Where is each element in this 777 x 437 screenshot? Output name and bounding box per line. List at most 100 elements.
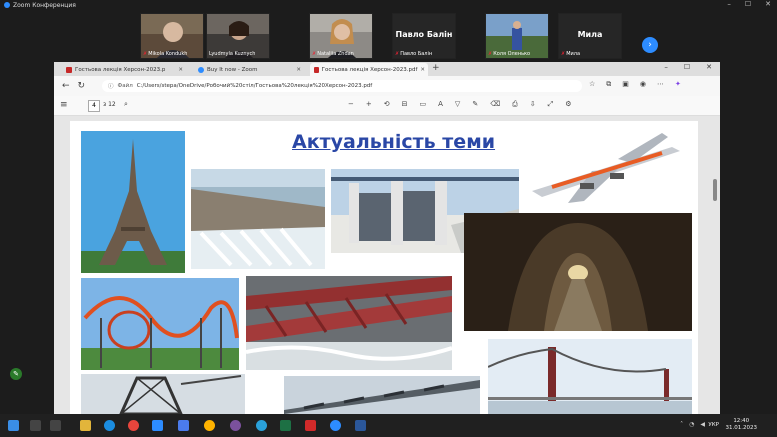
participant-name: ✗ Павло Балін	[395, 51, 433, 57]
new-tab-button[interactable]: +	[432, 63, 440, 73]
participant-tile[interactable]: Павло Балін ✗ Павло Балін	[392, 13, 456, 59]
close-icon[interactable]: ✕	[296, 67, 301, 73]
tab-label: Гостьова лекція Херсон-2023.p	[75, 66, 166, 73]
settings-icon[interactable]: ⚙	[565, 100, 571, 109]
zoom-app-icon	[4, 2, 10, 8]
rotate-icon[interactable]: ⟲	[384, 100, 390, 109]
file-icon: ⓘ	[108, 84, 114, 90]
minimize-button[interactable]: –	[664, 63, 668, 71]
close-icon[interactable]: ✕	[420, 67, 425, 73]
chrome-alt-icon[interactable]	[204, 420, 215, 431]
tab-pdf-1[interactable]: Гостьова лекція Херсон-2023.p ✕	[62, 63, 186, 76]
address-toolbar: ← ↻ ⓘ Файл C:/Users/stepa/OneDrive/Робоч…	[54, 76, 720, 96]
collections-icon[interactable]: ▣	[622, 80, 629, 89]
airplane-cutaway-photo	[522, 125, 688, 207]
telegram-icon[interactable]	[256, 420, 267, 431]
address-url: C:/Users/stepa/OneDrive/Робочий%20стіл/Г…	[136, 83, 373, 89]
excavator-boom-photo	[284, 376, 480, 414]
shared-browser-window: Гостьова лекція Херсон-2023.p ✕ Buy It n…	[54, 62, 720, 414]
chrome-icon[interactable]	[128, 420, 139, 431]
menu-icon[interactable]: ⋯	[657, 80, 664, 89]
eiffel-tower-photo	[81, 131, 185, 273]
contents-icon[interactable]: ≡	[60, 100, 68, 110]
lift-bridge-photo	[81, 374, 245, 414]
zoom-taskbar-icon[interactable]	[330, 420, 341, 431]
language-indicator[interactable]: УКР	[708, 422, 719, 428]
participant-tile[interactable]: Lyudmyla Kuznych	[206, 13, 270, 59]
page-view-icon[interactable]: ▭	[420, 100, 427, 109]
pdf-toolbar: ≡ 4 з 12 ⌕ − + ⟲ ⊟ ▭ A ▽ ✎ ⌫ ⎙ ⇩ ⤢ ⚙	[54, 96, 720, 116]
search-icon[interactable]: ⌕	[124, 100, 128, 109]
zoom-icon	[198, 66, 204, 73]
mic-muted-icon: ✗	[143, 51, 148, 57]
close-icon[interactable]: ✕	[178, 67, 183, 73]
dam-spillway-photo	[191, 169, 325, 269]
participant-display-name: Мила	[577, 30, 603, 39]
viber-icon[interactable]	[230, 420, 241, 431]
zoom-out-icon[interactable]: −	[348, 100, 354, 109]
browser-toolbar-icons: ☆ ⧉ ▣ ◉ ⋯ ✦	[589, 80, 681, 89]
copilot-icon[interactable]: ✦	[675, 80, 681, 89]
minimize-button[interactable]: –	[727, 0, 731, 8]
mic-muted-icon: ✗	[488, 51, 493, 57]
system-tray: ˄ ◔ ◀	[680, 421, 705, 428]
mic-muted-icon: ✗	[561, 51, 566, 57]
mine-tunnel-photo	[464, 213, 692, 331]
tab-label: Гостьова лекція Херсон-2023.pdf	[321, 66, 418, 73]
print-icon[interactable]: ⎙	[512, 100, 518, 109]
participant-tile[interactable]: ✗ Mikola Kondukh	[140, 13, 204, 59]
fullscreen-icon[interactable]: ⤢	[548, 100, 554, 109]
erase-icon[interactable]: ⌫	[490, 100, 500, 109]
participant-name: ✗ Mikola Kondukh	[143, 51, 188, 57]
participant-gallery: ✗ Mikola Kondukh Lyudmyla Kuznych ✗ Natali…	[0, 10, 777, 62]
participant-name: ✗ Коля Оленько	[488, 51, 531, 57]
chevron-right-icon[interactable]: ›	[642, 37, 658, 53]
draw-icon[interactable]: ▽	[455, 100, 460, 109]
fit-page-icon[interactable]: ⊟	[402, 100, 408, 109]
participant-tile[interactable]: ✗ Коля Оленько	[485, 13, 549, 59]
slide-title: Актуальність теми	[292, 131, 496, 153]
back-icon[interactable]: ←	[62, 81, 70, 91]
favorite-icon[interactable]: ☆	[589, 80, 595, 89]
tab-zoom[interactable]: Buy It now - Zoom ✕	[194, 63, 304, 76]
edge-icon[interactable]	[104, 420, 115, 431]
read-aloud-icon[interactable]: A	[438, 100, 443, 109]
store-icon[interactable]	[178, 420, 189, 431]
refresh-icon[interactable]: ↻	[78, 81, 86, 91]
pdf-tools: − + ⟲ ⊟ ▭ A ▽ ✎ ⌫ ⎙ ⇩ ⤢ ⚙	[348, 100, 571, 109]
pdf-page: Актуальність теми	[70, 121, 698, 414]
close-button[interactable]: ✕	[765, 0, 771, 8]
highlight-icon[interactable]: ✎	[472, 100, 478, 109]
address-bar[interactable]: ⓘ Файл C:/Users/stepa/OneDrive/Робочий%2…	[102, 80, 582, 92]
participant-name: Lyudmyla Kuznych	[209, 51, 256, 57]
annotate-icon[interactable]: ✎	[10, 368, 22, 380]
participant-tile[interactable]: Мила ✗ Мила	[558, 13, 622, 59]
page-count: з 12	[103, 101, 116, 108]
page-number-input[interactable]: 4	[88, 100, 100, 112]
mail-icon[interactable]	[152, 420, 163, 431]
volume-icon[interactable]: ◀	[700, 421, 705, 428]
pdf-viewer[interactable]: Актуальність теми	[54, 116, 720, 414]
network-icon[interactable]: ◔	[689, 421, 694, 428]
steel-structure-photo	[246, 276, 452, 370]
close-button[interactable]: ✕	[706, 63, 712, 71]
windows-start-icon[interactable]	[8, 420, 19, 431]
tab-pdf-active[interactable]: Гостьова лекція Херсон-2023.pdf ✕	[310, 63, 428, 76]
acrobat-icon[interactable]	[305, 420, 316, 431]
extensions-icon[interactable]: ⧉	[606, 80, 611, 89]
excel-icon[interactable]	[280, 420, 291, 431]
maximize-button[interactable]: ☐	[745, 0, 751, 8]
chevron-up-icon[interactable]: ˄	[680, 421, 683, 428]
file-explorer-icon[interactable]	[80, 420, 91, 431]
participant-tile[interactable]: ✗ Nataliia Zhdan	[309, 13, 373, 59]
save-icon[interactable]: ⇩	[530, 100, 536, 109]
scrollbar[interactable]	[713, 179, 717, 201]
task-view-icon[interactable]	[50, 420, 61, 431]
maximize-button[interactable]: ☐	[684, 63, 690, 71]
search-icon[interactable]	[30, 420, 41, 431]
taskbar-clock[interactable]: 12:40 31.01.2023	[726, 418, 758, 432]
profile-icon[interactable]: ◉	[640, 80, 646, 89]
clock-time: 12:40	[733, 418, 750, 424]
word-icon[interactable]	[355, 420, 366, 431]
zoom-in-icon[interactable]: +	[366, 100, 372, 109]
